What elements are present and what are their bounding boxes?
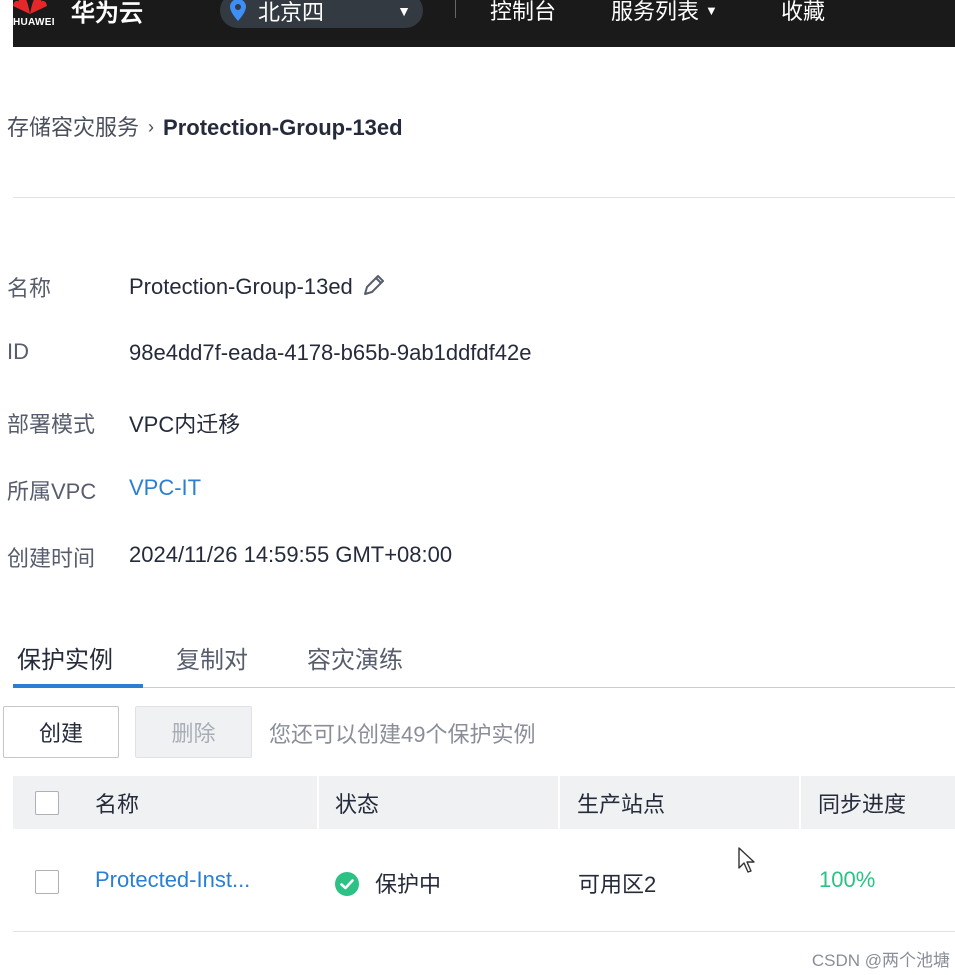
detail-label-created: 创建时间 [7, 546, 96, 571]
logo-text: HUAWEI [13, 17, 55, 28]
column-separator [799, 776, 801, 829]
detail-label-vpc: 所属VPC [7, 479, 97, 504]
top-navigation-bar: HUAWEI 华为云 北京四 ▼ 控制台 服务列表 ▼ 收藏 [13, 0, 955, 47]
detail-label-id: ID [7, 339, 29, 364]
nav-favorites[interactable]: 收藏 [781, 0, 825, 26]
tab-replication-pairs[interactable]: 复制对 [176, 640, 248, 675]
quota-hint: 您还可以创建49个保护实例 [269, 722, 536, 747]
tab-protected-instances[interactable]: 保护实例 [17, 640, 113, 675]
watermark: CSDN @两个池塘 [811, 951, 950, 970]
huawei-logo[interactable]: HUAWEI [13, 0, 59, 34]
column-header-production-site[interactable]: 生产站点 [577, 776, 665, 829]
region-label: 北京四 [258, 0, 325, 25]
production-site-cell: 可用区2 [578, 872, 657, 897]
breadcrumb: 存储容灾服务 › Protection-Group-13ed [7, 110, 403, 142]
select-all-checkbox[interactable] [35, 791, 59, 815]
column-header-status[interactable]: 状态 [335, 776, 379, 829]
chevron-right-icon: › [148, 117, 155, 137]
nav-service-list[interactable]: 服务列表 ▼ [611, 0, 718, 26]
create-button[interactable]: 创建 [3, 706, 119, 758]
region-selector[interactable]: 北京四 ▼ [220, 0, 423, 28]
column-separator [317, 776, 319, 829]
detail-label-deploy-mode: 部署模式 [7, 412, 96, 437]
instance-name-link[interactable]: Protected-Inst... [95, 867, 250, 893]
location-pin-icon [230, 0, 246, 21]
group-name-text: Protection-Group-13ed [129, 274, 353, 299]
table-header: 名称 状态 生产站点 同步进度 [13, 776, 955, 829]
huawei-petal-icon [13, 0, 47, 14]
brand-name[interactable]: 华为云 [71, 0, 143, 28]
active-tab-indicator [13, 684, 143, 688]
column-header-sync-progress[interactable]: 同步进度 [818, 776, 906, 829]
row-divider [13, 931, 955, 932]
check-circle-icon [335, 872, 359, 896]
breadcrumb-current: Protection-Group-13ed [163, 115, 403, 140]
column-header-name[interactable]: 名称 [95, 776, 139, 829]
mouse-cursor-icon [738, 847, 755, 873]
breadcrumb-parent-link[interactable]: 存储容灾服务 [7, 115, 139, 140]
detail-value-id: 98e4dd7f-eada-4178-b65b-9ab1ddfdf42e [129, 340, 532, 365]
nav-divider [455, 0, 456, 18]
nav-service-list-label: 服务列表 [611, 0, 700, 24]
detail-value-created: 2024/11/26 14:59:55 GMT+08:00 [129, 542, 453, 567]
caret-down-icon: ▼ [705, 3, 718, 18]
delete-button[interactable]: 删除 [135, 706, 252, 758]
sync-progress-cell: 100% [819, 867, 876, 892]
chevron-down-icon: ▼ [397, 3, 411, 19]
detail-value-name: Protection-Group-13ed [129, 272, 387, 300]
status-cell: 保护中 [335, 867, 441, 899]
nav-console[interactable]: 控制台 [490, 0, 556, 26]
detail-label-name: 名称 [7, 276, 52, 301]
detail-value-vpc-link[interactable]: VPC-IT [129, 475, 201, 501]
column-separator [558, 776, 560, 829]
detail-value-deploy-mode: VPC内迁移 [129, 412, 241, 437]
divider [13, 197, 955, 198]
status-text: 保护中 [375, 872, 442, 897]
pencil-edit-icon[interactable] [361, 272, 387, 298]
row-checkbox[interactable] [35, 870, 59, 894]
tabs-baseline [13, 687, 955, 688]
tab-dr-drill[interactable]: 容灾演练 [307, 640, 403, 675]
